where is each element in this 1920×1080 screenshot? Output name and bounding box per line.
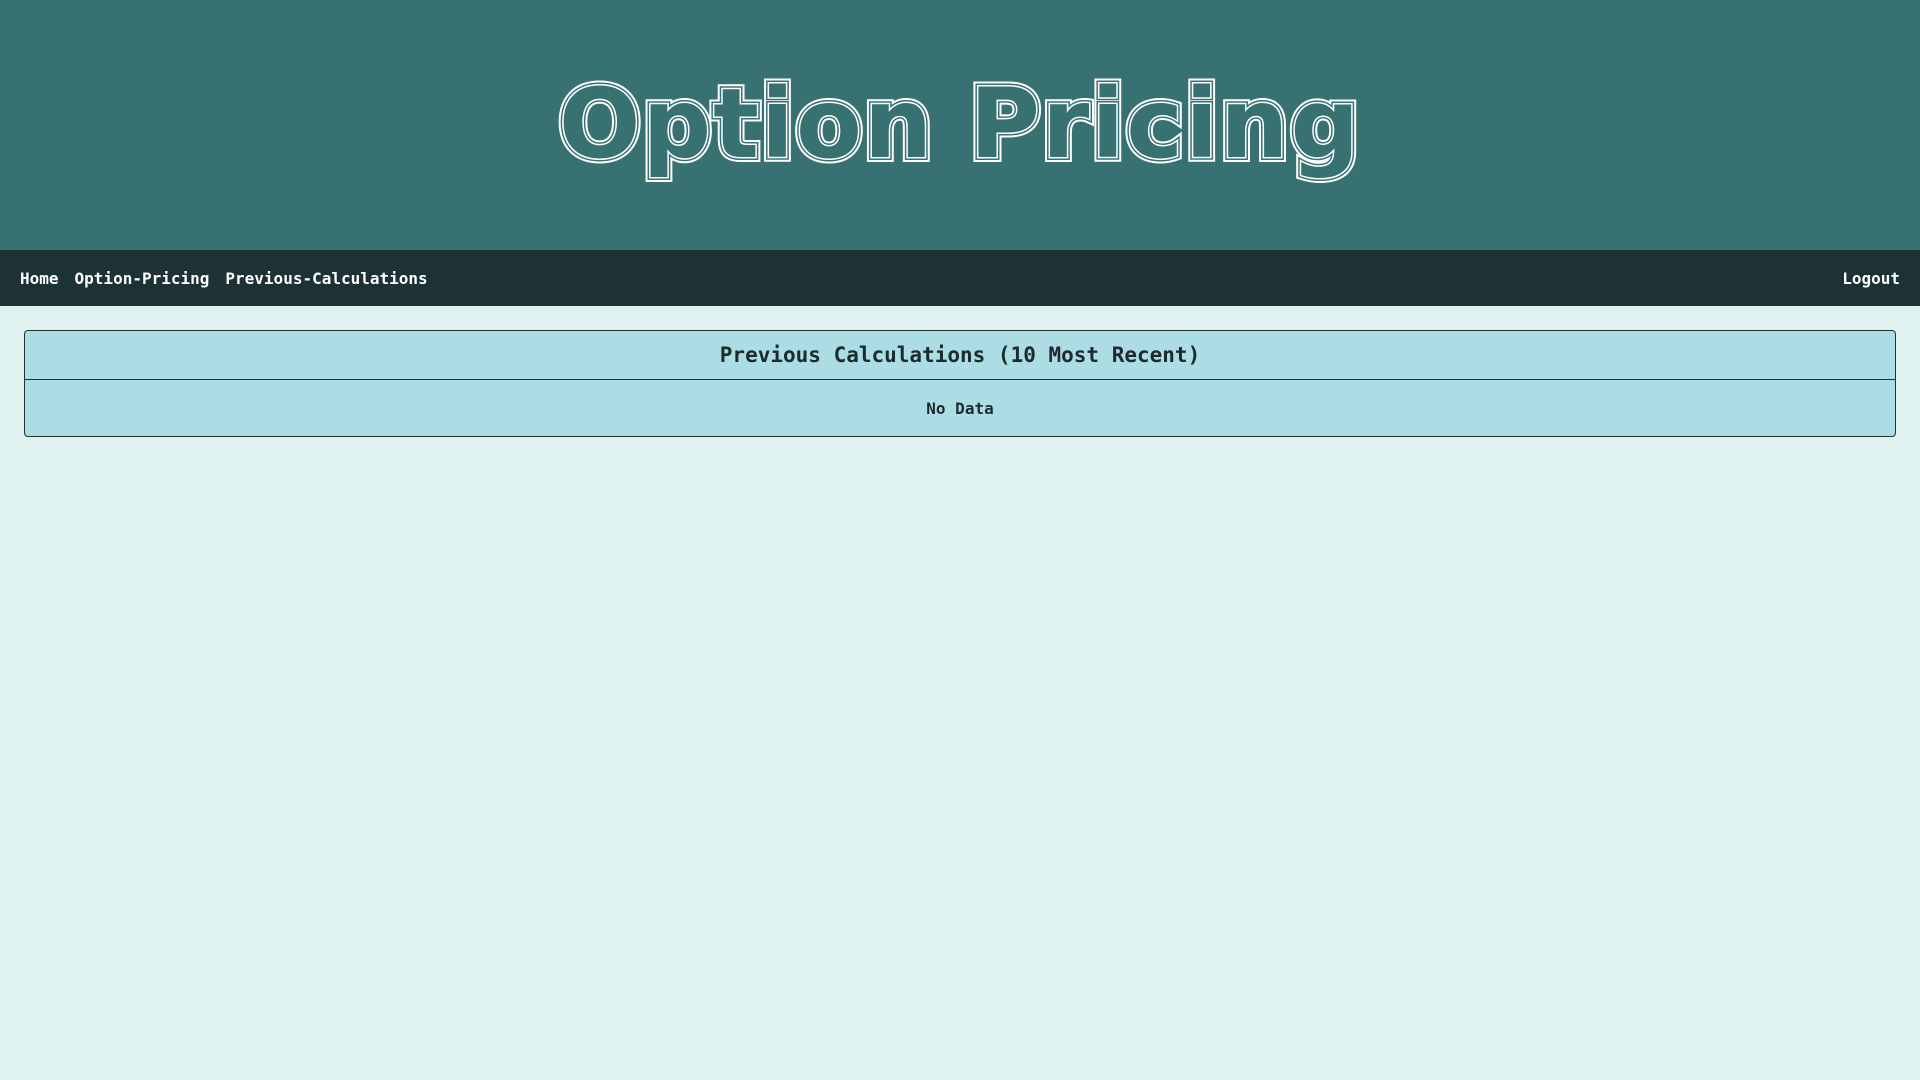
main-navbar: Home Option-Pricing Previous-Calculation… bbox=[0, 250, 1920, 306]
logout-link[interactable]: Logout bbox=[1842, 269, 1900, 288]
previous-calculations-panel: Previous Calculations (10 Most Recent) N… bbox=[24, 330, 1896, 437]
site-header: Option Pricing Option Pricing Option Pri… bbox=[0, 0, 1920, 250]
empty-state-text: No Data bbox=[926, 398, 994, 418]
logo-text-inner: Option Pricing bbox=[559, 68, 1361, 180]
nav-links: Home Option-Pricing Previous-Calculation… bbox=[20, 269, 428, 288]
nav-link-option-pricing[interactable]: Option-Pricing bbox=[75, 269, 210, 288]
panel-title: Previous Calculations (10 Most Recent) bbox=[25, 331, 1895, 380]
main-content: Previous Calculations (10 Most Recent) N… bbox=[0, 306, 1920, 437]
site-logo: Option Pricing Option Pricing Option Pri… bbox=[554, 65, 1364, 185]
nav-link-home[interactable]: Home bbox=[20, 269, 59, 288]
nav-link-previous-calculations[interactable]: Previous-Calculations bbox=[225, 269, 427, 288]
